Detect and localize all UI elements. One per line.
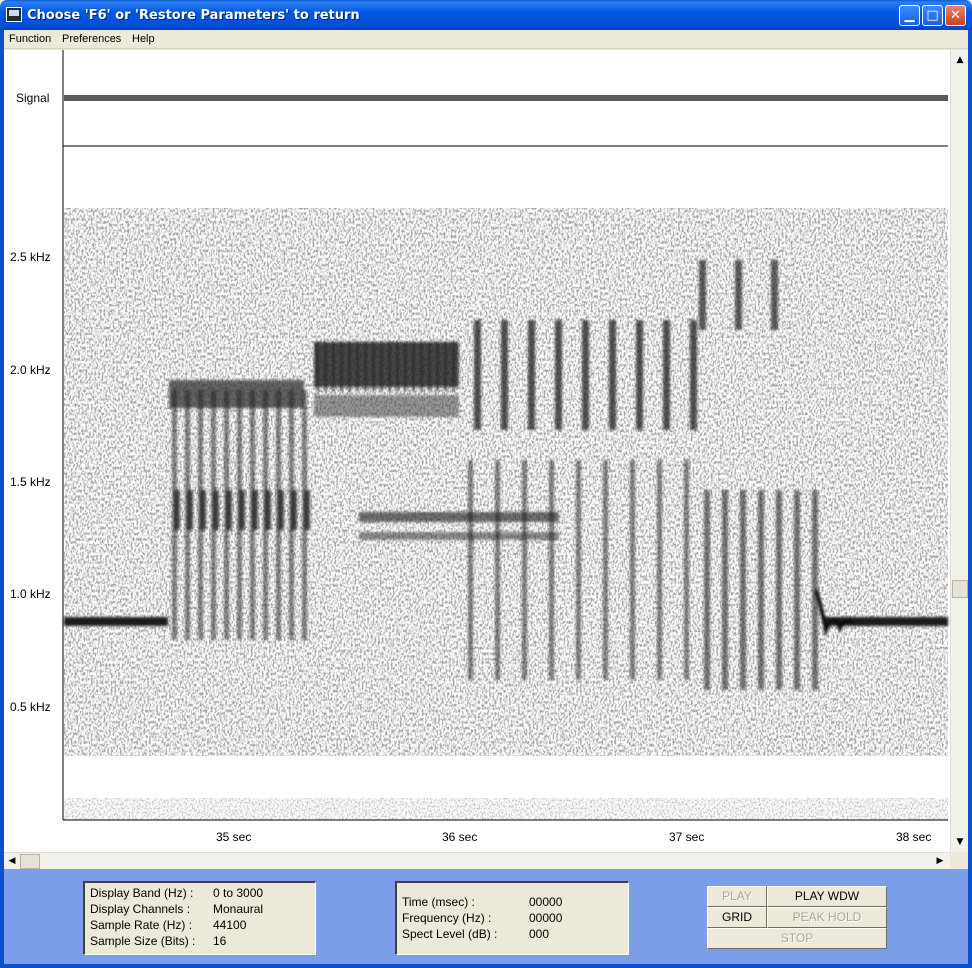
maximize-button[interactable]: □	[922, 5, 943, 26]
display-band-value: 0 to 3000	[213, 886, 264, 900]
sample-rate-label: Sample Rate (Hz) :	[90, 918, 193, 932]
minimize-button[interactable]: ▁	[899, 5, 920, 26]
menu-bar: Function Preferences Help	[4, 30, 968, 49]
time-msec-label: Time (msec) :	[402, 895, 475, 909]
spectrogram-plot-area[interactable]: Signal 2.5 kHz 2.0 kHz 1.5 kHz 1.0 kHz 0…	[4, 50, 950, 852]
window-border-right	[968, 30, 972, 968]
time-label-36: 36 sec	[442, 830, 477, 844]
stop-button[interactable]: STOP	[707, 928, 887, 949]
play-window-button[interactable]: PLAY WDW	[767, 886, 887, 907]
signal-label: Signal	[16, 91, 49, 105]
status-panel: Display Band (Hz) : 0 to 3000 Display Ch…	[4, 869, 968, 964]
freq-label-2-5: 2.5 kHz	[10, 250, 51, 264]
spect-level-label: Spect Level (dB) :	[402, 927, 498, 941]
display-info-box: Display Band (Hz) : 0 to 3000 Display Ch…	[83, 881, 316, 955]
time-label-38: 38 sec	[896, 830, 931, 844]
horizontal-scroll-thumb[interactable]	[20, 854, 40, 869]
spect-level-value: 000	[529, 927, 550, 941]
sample-rate-value: 44100	[213, 918, 247, 932]
frequency-value: 00000	[529, 911, 563, 925]
display-channels-label: Display Channels :	[90, 902, 191, 916]
freq-label-1-5: 1.5 kHz	[10, 475, 51, 489]
scroll-up-arrow-icon[interactable]: ▲	[952, 52, 968, 68]
play-button[interactable]: PLAY	[707, 886, 767, 907]
sample-size-label: Sample Size (Bits) :	[90, 934, 196, 948]
cursor-info-box: Time (msec) : 00000 Frequency (Hz) : 000…	[395, 881, 629, 955]
scrollbar-corner	[950, 852, 968, 869]
sample-size-value: 16	[213, 934, 227, 948]
close-button[interactable]: ✕	[945, 5, 966, 26]
app-icon	[6, 7, 22, 22]
peak-hold-button[interactable]: PEAK HOLD	[767, 907, 887, 928]
menu-function[interactable]: Function	[9, 33, 51, 45]
scroll-right-arrow-icon[interactable]: ▶	[932, 853, 948, 869]
time-msec-value: 00000	[529, 895, 563, 909]
display-channels-value: Monaural	[213, 902, 264, 916]
scroll-left-arrow-icon[interactable]: ◀	[4, 853, 20, 869]
signal-waveform	[64, 95, 948, 101]
menu-preferences[interactable]: Preferences	[62, 33, 121, 45]
frequency-label: Frequency (Hz) :	[402, 911, 492, 925]
grid-button[interactable]: GRID	[707, 907, 767, 928]
freq-label-2-0: 2.0 kHz	[10, 363, 51, 377]
vertical-scrollbar[interactable]: ▲ ▼	[950, 50, 968, 852]
display-band-label: Display Band (Hz) :	[90, 886, 194, 900]
time-label-37: 37 sec	[669, 830, 704, 844]
menu-help[interactable]: Help	[132, 33, 155, 45]
time-label-35: 35 sec	[216, 830, 251, 844]
window-title: Choose 'F6' or 'Restore Parameters' to r…	[27, 8, 360, 23]
freq-label-1-0: 1.0 kHz	[10, 587, 51, 601]
spectrogram-canvas[interactable]: Signal 2.5 kHz 2.0 kHz 1.5 kHz 1.0 kHz 0…	[4, 50, 950, 852]
vertical-scroll-thumb[interactable]	[952, 580, 968, 598]
window-border-bottom	[0, 964, 972, 968]
title-bar[interactable]: Choose 'F6' or 'Restore Parameters' to r…	[0, 0, 972, 30]
freq-label-0-5: 0.5 kHz	[10, 700, 51, 714]
scroll-down-arrow-icon[interactable]: ▼	[952, 834, 968, 850]
spectrogram-noise-bottom	[64, 798, 948, 820]
horizontal-scrollbar[interactable]: ◀ ▶	[4, 852, 950, 869]
